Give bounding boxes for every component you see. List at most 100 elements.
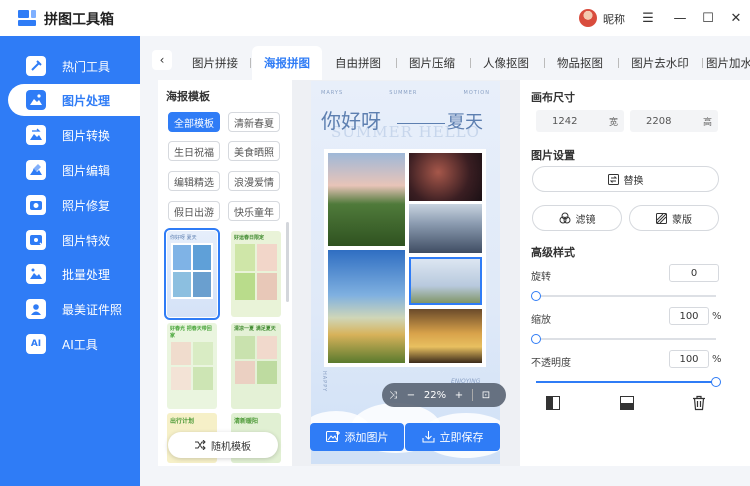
poster-top-text: MARYS SUMMER MOTION bbox=[321, 90, 490, 96]
sidebar-item-hot-tools[interactable]: 热门工具 bbox=[8, 50, 140, 82]
category-romance[interactable]: 浪漫爱情 bbox=[228, 171, 280, 191]
rotate-label: 旋转 bbox=[531, 272, 551, 283]
image-edit-icon bbox=[26, 160, 46, 180]
tab-bar: ‹ 图片拼接 海报拼图 自由拼图 图片压缩 人像抠图 物品抠图 图片去水印 图片… bbox=[140, 36, 750, 80]
minimize-icon[interactable]: — bbox=[670, 8, 690, 28]
add-image-button[interactable]: 添加图片 bbox=[310, 423, 404, 451]
tab-divider bbox=[396, 58, 397, 68]
template-scrollbar[interactable] bbox=[286, 222, 289, 302]
category-birthday[interactable]: 生日祝福 bbox=[168, 141, 220, 161]
menu-icon[interactable]: ☰ bbox=[638, 8, 658, 28]
tab-poster-collage[interactable]: 海报拼图 bbox=[252, 46, 322, 80]
opacity-slider-knob[interactable] bbox=[711, 377, 721, 387]
flip-vertical-icon[interactable] bbox=[619, 395, 635, 411]
canvas-height-value: 2208 bbox=[646, 115, 672, 127]
sidebar: 热门工具 图片处理 图片转换 图片编辑 照片修复 图片特效 批量处理 最美证件照… bbox=[0, 36, 140, 486]
opacity-unit: % bbox=[712, 354, 722, 365]
sidebar-item-image-process[interactable]: 图片处理 bbox=[8, 84, 140, 116]
category-food[interactable]: 美食晒照 bbox=[228, 141, 280, 161]
scale-slider-knob[interactable] bbox=[531, 334, 541, 344]
photo-slot[interactable] bbox=[328, 153, 405, 246]
ai-icon: AI bbox=[26, 334, 46, 354]
photo-slot[interactable] bbox=[409, 309, 482, 363]
tab-image-compress[interactable]: 图片压缩 bbox=[400, 46, 464, 80]
category-spring-summer[interactable]: 清新春夏 bbox=[228, 112, 280, 132]
avatar[interactable] bbox=[579, 9, 597, 27]
canvas-width-value: 1242 bbox=[552, 115, 578, 127]
replace-label: 替换 bbox=[623, 175, 644, 187]
close-icon[interactable]: ✕ bbox=[726, 8, 746, 28]
sidebar-item-image-edit[interactable]: 图片编辑 bbox=[8, 154, 140, 186]
random-template-button[interactable]: 随机模板 bbox=[168, 432, 278, 458]
tab-object-cutout[interactable]: 物品抠图 bbox=[548, 46, 612, 80]
photo-repair-icon bbox=[26, 195, 46, 215]
replace-image-button[interactable]: 替换 bbox=[532, 166, 719, 192]
sidebar-item-label: 照片修复 bbox=[62, 198, 111, 213]
zoom-in-button[interactable]: + bbox=[452, 390, 466, 401]
nickname-link[interactable]: 昵称 bbox=[603, 11, 625, 27]
zoom-divider bbox=[472, 389, 473, 401]
sidebar-item-label: 图片编辑 bbox=[62, 163, 111, 178]
back-icon[interactable]: ‹ bbox=[152, 50, 172, 70]
photo-slot[interactable] bbox=[409, 153, 482, 201]
rotate-slider-knob[interactable] bbox=[531, 291, 541, 301]
opacity-slider-fill bbox=[536, 381, 716, 383]
sidebar-item-label: 热门工具 bbox=[62, 59, 111, 74]
category-editor-picks[interactable]: 编辑精选 bbox=[168, 171, 220, 191]
template-thumb[interactable]: 好春光 把春天带回家 bbox=[167, 323, 217, 409]
canvas-height-field[interactable]: 2208 高 bbox=[630, 110, 718, 132]
maximize-icon[interactable]: ☐ bbox=[698, 8, 718, 28]
category-holiday[interactable]: 假日出游 bbox=[168, 201, 220, 221]
poster-heading-left: 你好呀 bbox=[321, 109, 381, 133]
delete-icon[interactable] bbox=[691, 395, 707, 411]
rotate-slider[interactable] bbox=[531, 291, 716, 301]
fit-screen-icon[interactable]: ⊡ bbox=[479, 390, 493, 401]
replace-icon bbox=[607, 173, 619, 185]
mask-button[interactable]: 蒙版 bbox=[629, 205, 719, 231]
canvas-width-field[interactable]: 1242 宽 bbox=[536, 110, 624, 132]
canvas-size-title: 画布尺寸 bbox=[531, 91, 575, 104]
sidebar-item-id-photo[interactable]: 最美证件照 bbox=[8, 293, 140, 325]
template-thumb[interactable]: 你好呀 夏天 bbox=[164, 228, 220, 320]
photo-slot[interactable] bbox=[328, 250, 405, 363]
app-window: 拼图工具箱 昵称 ☰ — ☐ ✕ 热门工具 图片处理 图片转换 图片编辑 照片修… bbox=[0, 0, 750, 486]
tab-add-watermark[interactable]: 图片加水 bbox=[706, 46, 750, 80]
tab-remove-watermark[interactable]: 图片去水印 bbox=[622, 46, 698, 80]
tab-divider bbox=[702, 58, 703, 68]
category-all[interactable]: 全部模板 bbox=[168, 112, 220, 132]
zoom-out-button[interactable]: − bbox=[404, 390, 418, 401]
tab-portrait-cutout[interactable]: 人像抠图 bbox=[474, 46, 538, 80]
photo-slot-selected[interactable] bbox=[409, 257, 482, 305]
poster-bottom-left: HAPPY bbox=[321, 371, 327, 393]
rotate-input[interactable]: 0 bbox=[669, 264, 719, 282]
template-panel: 海报模板 全部模板 清新春夏 生日祝福 美食晒照 编辑精选 浪漫爱情 假日出游 … bbox=[158, 80, 292, 466]
sidebar-item-image-effect[interactable]: 图片特效 bbox=[8, 224, 140, 256]
tab-image-stitch[interactable]: 图片拼接 bbox=[182, 46, 248, 80]
sidebar-item-ai-tools[interactable]: AI AI工具 bbox=[8, 328, 140, 360]
scale-input[interactable]: 100 bbox=[669, 307, 709, 325]
sidebar-item-batch[interactable]: 批量处理 bbox=[8, 258, 140, 290]
filter-label: 滤镜 bbox=[575, 214, 596, 226]
opacity-slider[interactable] bbox=[536, 377, 721, 387]
shuffle-layout-icon[interactable]: ⤨ bbox=[382, 390, 404, 401]
poster-top-right: MOTION bbox=[463, 90, 490, 96]
scale-slider[interactable] bbox=[531, 334, 716, 344]
title-bar: 拼图工具箱 昵称 ☰ — ☐ ✕ bbox=[0, 0, 750, 36]
photo-slot[interactable] bbox=[409, 204, 482, 253]
scale-unit: % bbox=[712, 311, 722, 322]
sidebar-item-image-convert[interactable]: 图片转换 bbox=[8, 119, 140, 151]
id-photo-icon bbox=[26, 299, 46, 319]
tab-free-collage[interactable]: 自由拼图 bbox=[326, 46, 390, 80]
template-thumb[interactable]: 好运春日限定 bbox=[231, 231, 281, 317]
filter-button[interactable]: 滤镜 bbox=[532, 205, 622, 231]
tab-divider bbox=[618, 58, 619, 68]
sidebar-item-photo-repair[interactable]: 照片修复 bbox=[8, 189, 140, 221]
opacity-input[interactable]: 100 bbox=[669, 350, 709, 368]
flip-horizontal-icon[interactable] bbox=[545, 395, 561, 411]
sidebar-item-label: 图片处理 bbox=[62, 93, 111, 108]
save-now-button[interactable]: 立即保存 bbox=[405, 423, 500, 451]
zoom-level: 22% bbox=[423, 389, 447, 401]
category-childhood[interactable]: 快乐童年 bbox=[228, 201, 280, 221]
image-convert-icon bbox=[26, 125, 46, 145]
template-thumb[interactable]: 清凉一夏 满足夏天 bbox=[231, 323, 281, 409]
